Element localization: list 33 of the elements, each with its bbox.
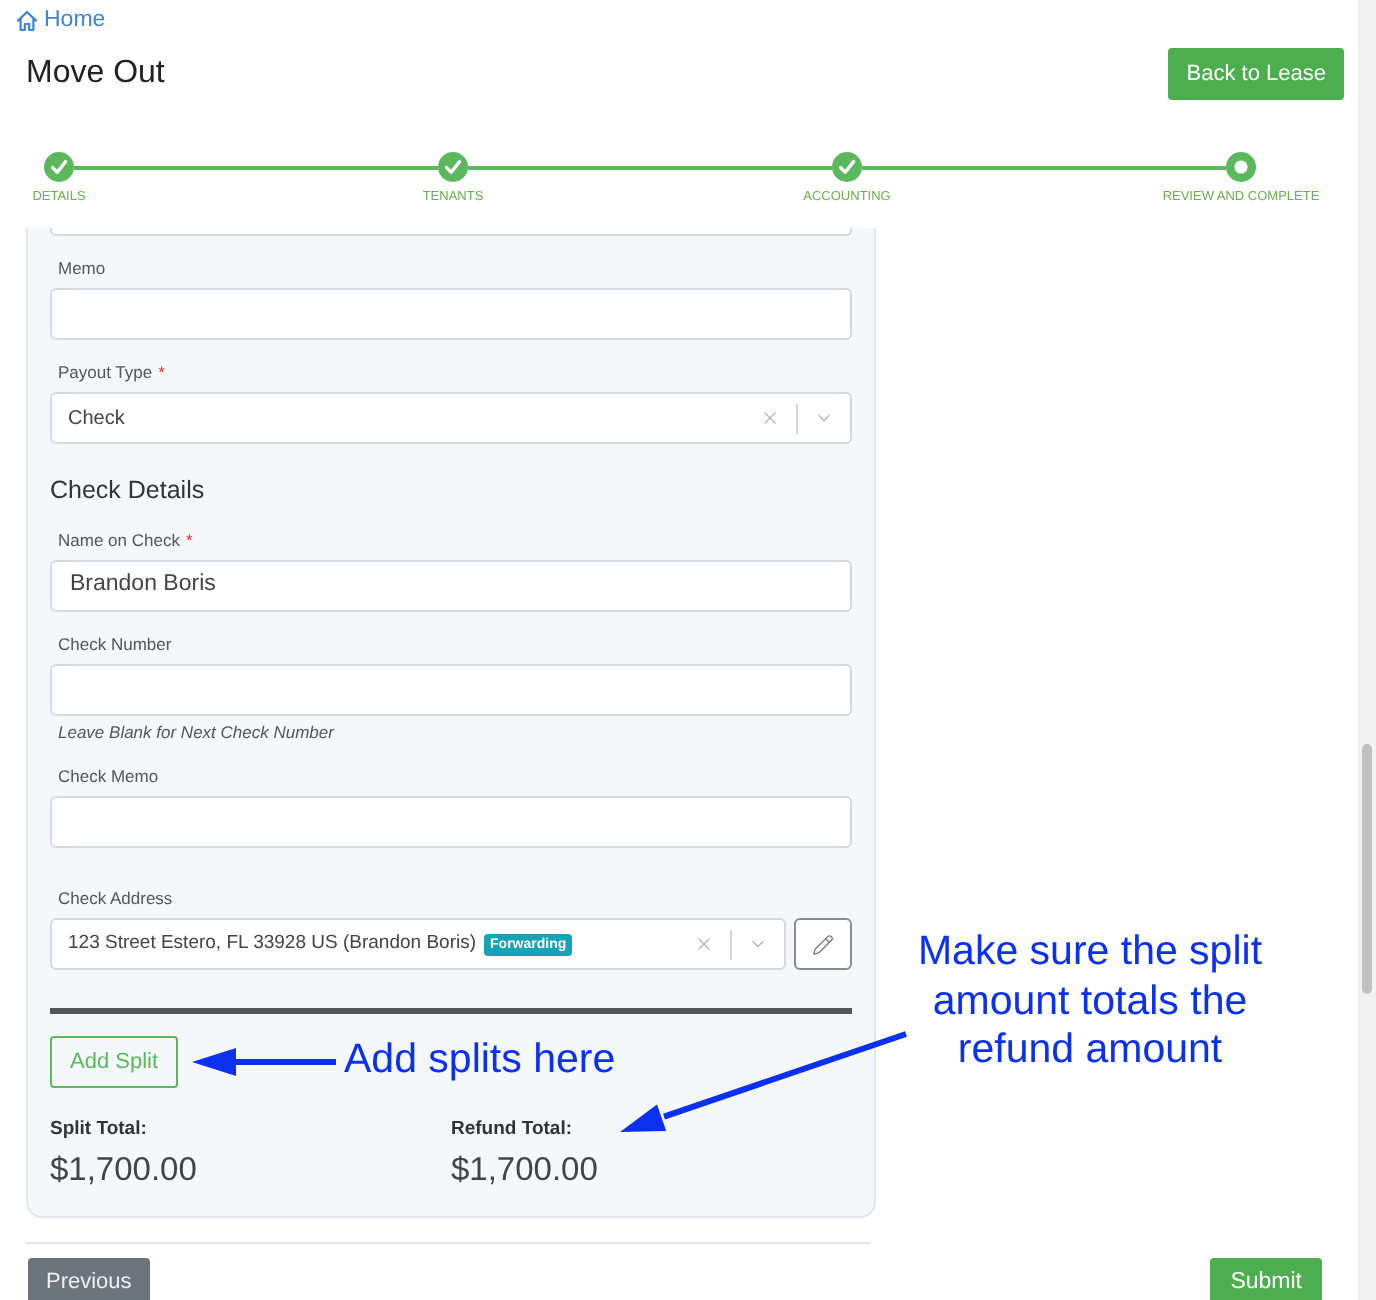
field-label: Check Memo [58, 764, 159, 788]
annotation-text: Add splits here [344, 1036, 616, 1084]
home-link[interactable]: Home [16, 4, 106, 36]
page-title: Move Out [26, 54, 165, 94]
field-hint: Leave Blank for Next Check Number [58, 720, 334, 744]
scrollbar-thumb[interactable] [1362, 744, 1372, 994]
scrollbar-track[interactable] [1358, 0, 1376, 1300]
select-field[interactable]: Check [50, 392, 852, 444]
previous-button[interactable]: Previous [28, 1258, 150, 1300]
add-split-button[interactable]: Add Split [50, 1036, 179, 1088]
input-field[interactable] [50, 796, 852, 848]
input-field[interactable] [50, 288, 852, 340]
input-field[interactable] [50, 228, 852, 236]
input-field[interactable] [50, 664, 852, 716]
back-to-lease-button[interactable]: Back to Lease [1168, 48, 1344, 100]
edit-button[interactable] [794, 918, 852, 970]
section-heading: Check Details [50, 474, 205, 508]
annotation-text: Make sure the split amount totals the refund amount [915, 928, 1265, 1075]
field-label: Check Address [58, 886, 173, 910]
home-icon [16, 9, 38, 31]
field-label: Check Number [58, 632, 172, 656]
submit-button[interactable]: Submit [1210, 1258, 1322, 1300]
pencil-icon [812, 933, 834, 955]
total-label: Split Total: [50, 1118, 147, 1142]
clear-icon[interactable] [760, 408, 780, 428]
total-amount: $1,700.00 [451, 1150, 598, 1192]
total-label: Refund Total: [451, 1118, 573, 1142]
field-label: Payout Type * [58, 360, 165, 384]
field-label: Memo [58, 256, 106, 280]
input-field[interactable]: Brandon Boris [50, 560, 852, 612]
field-label: Name on Check * [58, 528, 193, 552]
total-amount: $1,700.00 [50, 1150, 197, 1192]
clear-icon[interactable] [694, 934, 714, 954]
